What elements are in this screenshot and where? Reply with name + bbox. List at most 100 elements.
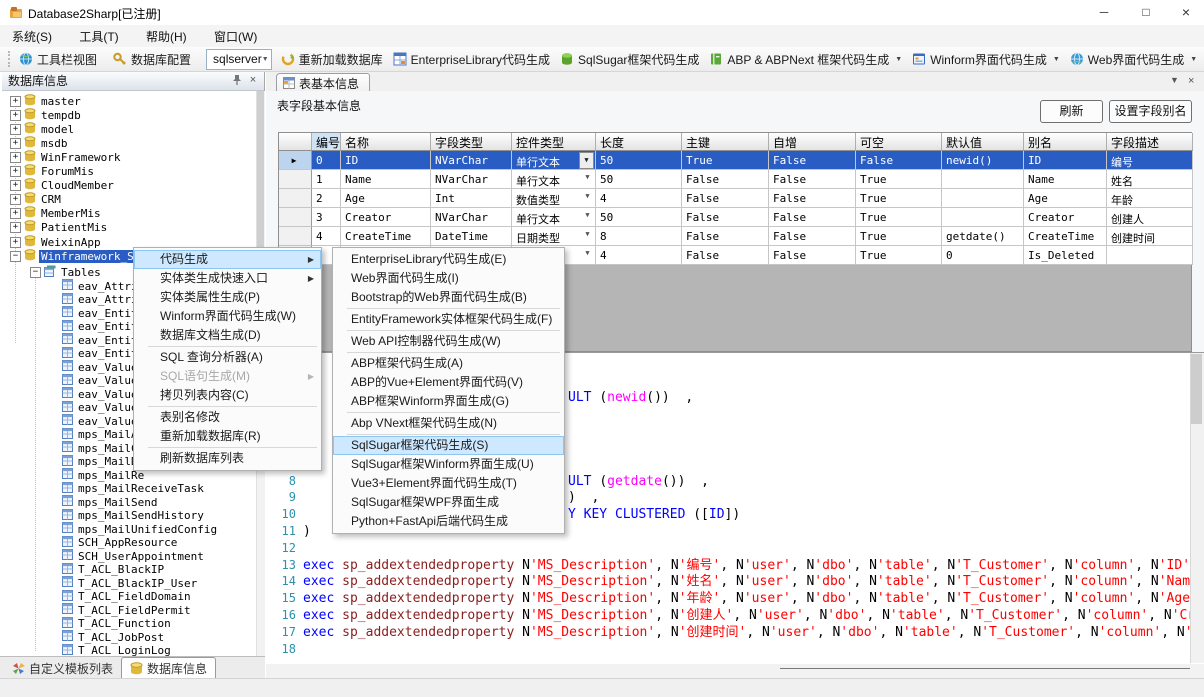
winform-codegen-button[interactable]: Winform界面代码生成 ▼ [907, 49, 1065, 70]
submenu-item[interactable]: EnterpriseLibrary代码生成(E) [333, 250, 564, 269]
grid-cell[interactable]: 4 [596, 189, 682, 208]
grid-cell[interactable]: 50 [596, 170, 682, 189]
set-field-alias-button[interactable]: 设置字段别名 [1109, 100, 1192, 123]
grid-cell[interactable]: 50 [596, 208, 682, 227]
grid-row-header[interactable] [279, 170, 312, 189]
sidebar-close-icon[interactable]: × [246, 74, 260, 88]
grid-cell[interactable]: False [769, 208, 856, 227]
grid-cell[interactable]: 4 [596, 246, 682, 265]
context-menu-item[interactable]: Winform界面代码生成(W) [134, 307, 321, 326]
tree-expander-icon[interactable]: + [10, 208, 21, 219]
tree-db-item[interactable]: +master [10, 94, 83, 108]
grid-cell[interactable]: False [682, 246, 769, 265]
grid-cell[interactable]: 创建时间 [1107, 227, 1193, 246]
grid-row-header[interactable] [279, 189, 312, 208]
grid-cell[interactable]: False [769, 246, 856, 265]
grid-cell[interactable] [942, 208, 1024, 227]
grid-column-header[interactable]: 字段描述 [1107, 133, 1193, 151]
grid-cell[interactable]: 数值类型▼ [512, 189, 596, 208]
grid-column-header[interactable]: 字段类型 [431, 133, 512, 151]
grid-cell[interactable]: 4 [312, 227, 341, 246]
grid-cell[interactable]: False [682, 170, 769, 189]
grid-cell[interactable]: 单行文本▼ [512, 151, 596, 170]
grid-cell[interactable]: True [856, 227, 942, 246]
grid-cell[interactable]: False [769, 227, 856, 246]
grid-cell[interactable]: 姓名 [1107, 170, 1193, 189]
minimize-button[interactable]: ─ [1084, 0, 1124, 25]
context-menu-item[interactable]: 表别名修改 [134, 408, 321, 427]
grid-column-header[interactable]: 编号 [312, 133, 341, 151]
tab-database-info[interactable]: 数据库信息 [121, 657, 216, 678]
grid-row-header[interactable]: ▶ [279, 151, 312, 170]
grid-cell[interactable]: Creator [341, 208, 431, 227]
submenu-item[interactable]: ABP框架Winform界面生成(G) [333, 392, 564, 411]
grid-corner-header[interactable] [279, 133, 312, 151]
sqlsugar-codegen-button[interactable]: SqlSugar框架代码生成 [555, 49, 704, 70]
grid-cell[interactable]: False [682, 227, 769, 246]
grid-cell[interactable]: 单行文本▼ [512, 170, 596, 189]
tree-tables-node[interactable]: −Tables [30, 265, 103, 279]
context-menu-item[interactable]: 代码生成▶ [134, 250, 321, 269]
toolbar-view-button[interactable]: 工具栏视图 [14, 49, 102, 70]
db-config-button[interactable]: 数据库配置 [108, 49, 196, 70]
tree-expander-icon[interactable]: + [10, 152, 21, 163]
grid-column-header[interactable]: 主键 [682, 133, 769, 151]
submenu-item[interactable]: SqlSugar框架WPF界面生成 [333, 493, 564, 512]
grid-cell[interactable]: 创建人 [1107, 208, 1193, 227]
grid-cell[interactable]: Creator [1024, 208, 1107, 227]
tree-expander-icon[interactable]: + [10, 166, 21, 177]
cell-dropdown-icon[interactable]: ▼ [581, 249, 594, 257]
grid-cell[interactable]: NVarChar [431, 170, 512, 189]
sidebar-scrollbar-thumb[interactable] [257, 91, 264, 271]
tree-db-item[interactable]: +WeixinApp [10, 235, 103, 249]
submenu-item[interactable]: SqlSugar框架代码生成(S) [333, 436, 564, 455]
submenu-item[interactable]: Web界面代码生成(I) [333, 269, 564, 288]
grid-cell[interactable]: True [856, 170, 942, 189]
tree-db-item[interactable]: +CRM [10, 193, 63, 207]
grid-row-header[interactable] [279, 227, 312, 246]
submenu-item[interactable]: EntityFramework实体框架代码生成(F) [333, 310, 564, 329]
grid-cell[interactable]: False [769, 151, 856, 170]
tab-close-icon[interactable]: × [1188, 75, 1194, 87]
tree-expander-icon[interactable]: + [10, 194, 21, 205]
grid-cell[interactable]: 编号 [1107, 151, 1193, 170]
tree-table-item[interactable]: mps_MailReceiveTask [62, 482, 206, 496]
grid-cell[interactable] [942, 189, 1024, 208]
tree-db-item[interactable]: +msdb [10, 136, 70, 150]
tree-table-item[interactable]: mps_MailUnifiedConfig [62, 522, 219, 536]
tree-table-item[interactable]: T_ACL_Function [62, 617, 173, 631]
tree-table-item[interactable]: T_ACL_JobPost [62, 630, 166, 644]
enterpriselibrary-codegen-button[interactable]: EnterpriseLibrary代码生成 [388, 49, 555, 70]
tab-dropdown-icon[interactable]: ▼ [1170, 75, 1179, 85]
tree-expander-icon[interactable]: + [10, 222, 21, 233]
tree-expander-icon[interactable]: + [10, 138, 21, 149]
context-menu-item[interactable]: 重新加载数据库(R) [134, 427, 321, 446]
tree-table-item[interactable]: mps_MailSendHistory [62, 509, 206, 523]
tree-db-item[interactable]: +ForumMis [10, 165, 96, 179]
db-type-combobox[interactable]: sqlserver ▼ [206, 49, 272, 70]
reload-db-button[interactable]: 重新加载数据库 [276, 49, 388, 70]
submenu-item[interactable]: ABP框架代码生成(A) [333, 354, 564, 373]
grid-column-header[interactable]: 自增 [769, 133, 856, 151]
menu-system[interactable]: 系统(S) [0, 25, 64, 48]
pin-icon[interactable] [230, 74, 244, 88]
tree-table-item[interactable]: SCH_UserAppointment [62, 549, 206, 563]
tree-table-item[interactable]: T_ACL_FieldDomain [62, 590, 193, 604]
grid-cell[interactable]: newid() [942, 151, 1024, 170]
context-menu-item[interactable]: SQL 查询分析器(A) [134, 348, 321, 367]
grid-cell[interactable]: False [769, 170, 856, 189]
grid-cell[interactable]: ID [1024, 151, 1107, 170]
tree-table-item[interactable]: SCH_AppResource [62, 536, 179, 550]
grid-cell[interactable]: 年龄 [1107, 189, 1193, 208]
grid-column-header[interactable]: 默认值 [942, 133, 1024, 151]
tree-table-item[interactable]: mps_MailSend [62, 495, 159, 509]
grid-cell[interactable]: True [856, 189, 942, 208]
abp-codegen-button[interactable]: ABP & ABPNext 框架代码生成 ▼ [704, 49, 907, 70]
grid-cell[interactable]: getdate() [942, 227, 1024, 246]
grid-cell[interactable]: Name [341, 170, 431, 189]
tree-db-item[interactable]: +PatientMis [10, 221, 109, 235]
grid-cell[interactable]: 0 [312, 151, 341, 170]
grid-cell[interactable]: 1 [312, 170, 341, 189]
grid-cell[interactable]: 单行文本▼ [512, 208, 596, 227]
tree-expander-icon[interactable]: + [10, 96, 21, 107]
